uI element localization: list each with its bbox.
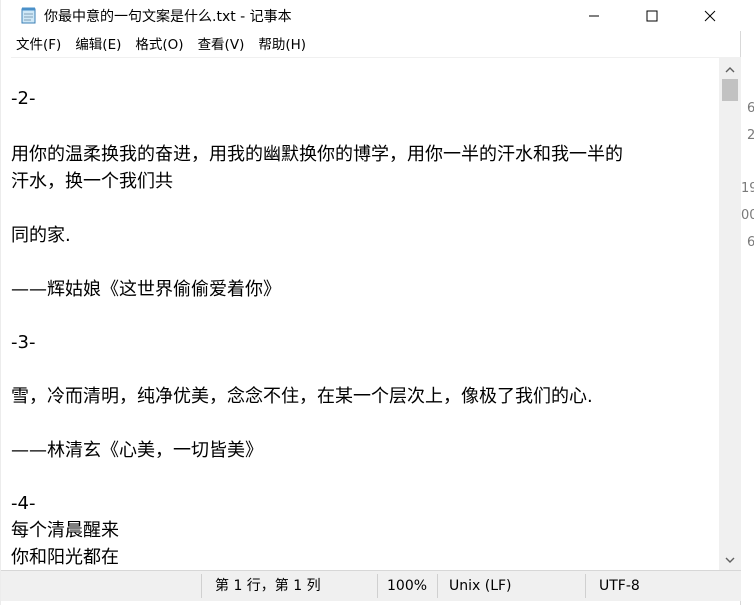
scroll-thumb[interactable] <box>722 79 738 101</box>
background-window: 6 2 19 00 6 <box>741 0 754 605</box>
cursor-position: 第 1 行，第 1 列 <box>215 578 321 594</box>
minimize-button[interactable] <box>571 0 617 31</box>
title-bar[interactable]: 你最中意的一句文案是什么.txt - 记事本 <box>1 0 741 31</box>
editor-line: 每个清晨醒来 <box>11 520 119 541</box>
background-text: 6 <box>747 235 754 250</box>
menu-view[interactable]: 查看(V) <box>191 34 252 56</box>
menu-help[interactable]: 帮助(H) <box>251 34 313 56</box>
text-editor[interactable]: -2- 用你的温柔换我的奋进，用我的幽默换你的博学，用你一半的汗水和我一半的 汗… <box>11 57 719 571</box>
editor-line: 雪，冷而清明，纯净优美，念念不住，在某一个层次上，像极了我们的心. <box>11 386 593 407</box>
close-button[interactable] <box>687 0 733 31</box>
status-divider <box>585 574 586 598</box>
scroll-down-button[interactable] <box>719 550 741 570</box>
background-text: 19 <box>741 181 754 196</box>
menu-format[interactable]: 格式(O) <box>128 34 190 56</box>
chevron-down-icon <box>725 557 735 563</box>
close-icon <box>704 10 716 21</box>
maximize-button[interactable] <box>629 0 675 31</box>
notepad-icon <box>21 7 36 24</box>
editor-line: 同的家. <box>11 225 71 246</box>
editor-line: -3- <box>11 332 36 353</box>
status-divider <box>437 574 438 598</box>
menu-edit[interactable]: 编辑(E) <box>68 34 128 56</box>
scroll-up-button[interactable] <box>719 59 741 79</box>
vertical-scrollbar[interactable] <box>719 57 741 570</box>
maximize-icon <box>646 10 658 21</box>
background-text: 6 <box>747 101 754 116</box>
editor-line: 用你的温柔换我的奋进，用我的幽默换你的博学，用你一半的汗水和我一半的 <box>11 144 623 165</box>
window-title: 你最中意的一句文案是什么.txt - 记事本 <box>44 9 292 25</box>
menu-file[interactable]: 文件(F) <box>9 34 68 56</box>
status-bar: 第 1 行，第 1 列 100% Unix (LF) UTF-8 <box>1 570 741 601</box>
editor-line: 你和阳光都在 <box>11 547 119 568</box>
background-text: 2 <box>747 128 754 143</box>
editor-line: -4- <box>11 493 36 514</box>
notepad-window: 你最中意的一句文案是什么.txt - 记事本 文件(F) 编辑(E) 格式(O)… <box>0 0 741 605</box>
editor-line: ——辉姑娘《这世界偷偷爱着你》 <box>11 279 281 300</box>
menu-bar: 文件(F) 编辑(E) 格式(O) 查看(V) 帮助(H) <box>1 33 741 57</box>
line-ending: Unix (LF) <box>449 578 512 594</box>
background-text: 00 <box>741 208 754 223</box>
editor-line: 汗水，换一个我们共 <box>11 171 173 192</box>
minimize-icon <box>589 15 599 16</box>
status-divider <box>201 574 202 598</box>
editor-line: -2- <box>11 88 36 109</box>
zoom-level: 100% <box>387 578 428 594</box>
chevron-up-icon <box>725 66 735 72</box>
editor-line: ——林清玄《心美，一切皆美》 <box>11 440 263 461</box>
status-divider <box>377 574 378 598</box>
encoding: UTF-8 <box>599 578 640 594</box>
